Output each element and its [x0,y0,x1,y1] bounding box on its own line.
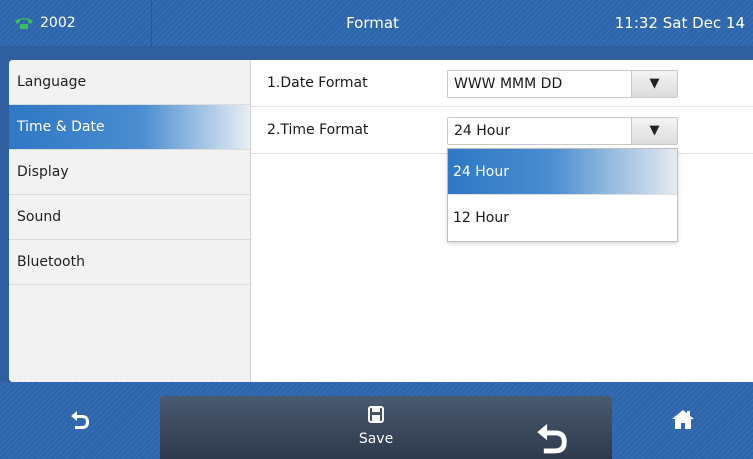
dropdown-arrow-icon[interactable]: ▼ [631,118,677,144]
sidebar-item-label: Language [17,74,87,90]
sidebar-item-bluetooth[interactable]: Bluetooth [9,240,250,285]
sidebar-item-label: Display [17,164,69,180]
settings-panel: 1.Date Format WWW MMM DD ▼ 2.Time Format… [251,60,753,382]
clock: 11:32 Sat Dec 14 [614,14,745,32]
setting-row-time-format: 2.Time Format 24 Hour ▼ [251,107,753,154]
time-format-label: 2.Time Format [267,122,369,138]
center-softkey-panel: Save [160,396,612,459]
status-bar: 2002 Format 11:32 Sat Dec 14 [0,0,753,46]
back-icon[interactable] [534,418,570,459]
setting-row-date-format: 1.Date Format WWW MMM DD ▼ [251,60,753,107]
back-softkey[interactable] [0,382,160,459]
home-softkey[interactable] [612,382,753,459]
phone-icon [14,16,34,30]
date-format-label: 1.Date Format [267,75,368,91]
dropdown-option-12-hour[interactable]: 12 Hour [448,195,677,241]
back-icon [69,408,91,434]
sidebar-item-label: Sound [17,209,62,225]
dropdown-option-24-hour[interactable]: 24 Hour [448,149,677,195]
page-title: Format [346,14,399,32]
sidebar-item-label: Bluetooth [17,254,85,270]
date-format-select[interactable]: WWW MMM DD ▼ [447,70,678,98]
home-icon [671,408,695,434]
softkey-bar: Save [0,382,753,459]
time-format-value: 24 Hour [454,123,510,139]
account-number: 2002 [40,15,76,31]
dropdown-arrow-icon[interactable]: ▼ [631,71,677,97]
save-button-label: Save [358,431,394,447]
time-format-dropdown: 24 Hour 12 Hour [447,148,678,242]
save-button[interactable]: Save [346,406,406,447]
time-format-select[interactable]: 24 Hour ▼ [447,117,678,145]
sidebar-item-language[interactable]: Language [9,60,250,105]
content-panel: Language Time & Date Display Sound Bluet… [9,60,753,382]
date-format-value: WWW MMM DD [454,76,563,92]
sidebar-item-time-date[interactable]: Time & Date [9,105,250,150]
sidebar: Language Time & Date Display Sound Bluet… [9,60,251,382]
sidebar-item-label: Time & Date [17,119,105,135]
account-indicator: 2002 [0,0,152,46]
sidebar-item-display[interactable]: Display [9,150,250,195]
sidebar-item-sound[interactable]: Sound [9,195,250,240]
save-icon [368,406,384,427]
